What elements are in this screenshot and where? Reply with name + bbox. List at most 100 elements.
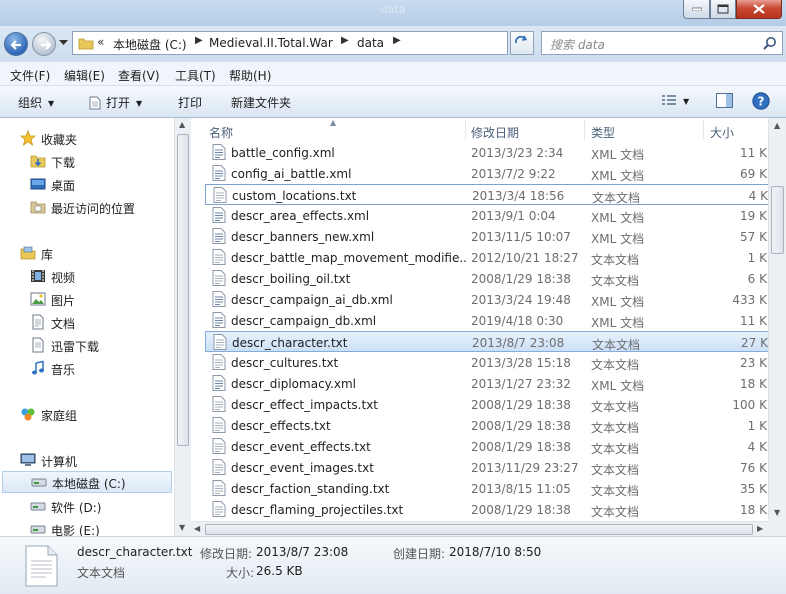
vertical-scroll-thumb[interactable] bbox=[771, 186, 784, 254]
nav-libraries[interactable]: 库 bbox=[0, 242, 175, 264]
window-title: data bbox=[380, 3, 406, 16]
nav-thunder-downloads[interactable]: 迅雷下载 bbox=[0, 334, 175, 356]
menu-tools[interactable]: 工具(T) bbox=[175, 67, 216, 84]
downloads-folder-icon bbox=[30, 155, 46, 168]
print-button[interactable]: 打印 bbox=[178, 94, 202, 111]
table-row[interactable]: config_ai_battle.xml 2013/7/2 9:22 XML 文档 6… bbox=[205, 163, 768, 184]
preview-pane-button[interactable] bbox=[716, 93, 733, 111]
file-list-horizontal-scrollbar[interactable]: ◀ ▶ bbox=[191, 521, 768, 536]
breadcrumb-separator-icon[interactable]: ▶ bbox=[393, 35, 401, 46]
text-file-large-icon bbox=[25, 545, 58, 587]
nav-recent-places[interactable]: 最近访问的位置 bbox=[0, 196, 175, 218]
menu-view[interactable]: 查看(V) bbox=[118, 67, 160, 84]
nav-favorites[interactable]: 收藏夹 bbox=[0, 127, 175, 149]
file-type: 文本文档 bbox=[592, 191, 641, 205]
breadcrumb-overflow[interactable]: « bbox=[97, 35, 104, 49]
nav-drive-c[interactable]: 本地磁盘 (C:) bbox=[2, 471, 172, 493]
open-button[interactable]: 打开 ▼ bbox=[88, 94, 142, 111]
nav-drive-d[interactable]: 软件 (D:) bbox=[0, 495, 175, 517]
table-row[interactable]: descr_campaign_ai_db.xml 2013/3/24 19:48 X… bbox=[205, 289, 768, 310]
nav-videos[interactable]: 视频 bbox=[0, 265, 175, 287]
search-input[interactable]: 搜索 data bbox=[541, 31, 783, 55]
forward-button[interactable] bbox=[32, 32, 56, 56]
back-button[interactable] bbox=[4, 32, 28, 56]
column-size[interactable]: 大小 bbox=[710, 124, 734, 141]
scroll-up-icon[interactable]: ▲ bbox=[179, 120, 185, 129]
menu-help[interactable]: 帮助(H) bbox=[229, 67, 271, 84]
nav-documents[interactable]: 文档 bbox=[0, 311, 175, 333]
column-divider[interactable] bbox=[465, 120, 466, 140]
table-row[interactable]: battle_config.xml 2013/3/23 2:34 XML 文档 11 … bbox=[205, 142, 768, 163]
column-name[interactable]: 名称 bbox=[209, 124, 233, 141]
breadcrumb-medieval[interactable]: Medieval.II.Total.War bbox=[209, 36, 333, 50]
column-type[interactable]: 类型 bbox=[591, 124, 615, 141]
navigation-scrollbar[interactable]: ▲ ▼ bbox=[174, 118, 191, 536]
maximize-button[interactable] bbox=[710, 0, 736, 19]
command-bar: 组织 ▼ 打开 ▼ 打印 新建文件夹 ▼ ? bbox=[0, 86, 786, 118]
minimize-button[interactable] bbox=[683, 0, 710, 19]
file-name: descr_effects.txt bbox=[231, 419, 331, 433]
file-size: 100 K bbox=[732, 398, 767, 412]
view-options-button[interactable]: ▼ bbox=[661, 94, 689, 108]
breadcrumb-separator-icon[interactable]: ▶ bbox=[195, 35, 203, 46]
menu-edit[interactable]: 编辑(E) bbox=[64, 67, 105, 84]
organize-button[interactable]: 组织 ▼ bbox=[18, 94, 54, 111]
file-type: 文本文档 bbox=[591, 442, 640, 456]
file-date: 2008/1/29 18:38 bbox=[471, 398, 571, 412]
table-row[interactable]: descr_effects.txt 2008/1/29 18:38 文本文档 1 K bbox=[205, 415, 768, 436]
refresh-button[interactable] bbox=[510, 31, 534, 55]
table-row[interactable]: descr_boiling_oil.txt 2008/1/29 18:38 文本文档… bbox=[205, 268, 768, 289]
breadcrumb-data[interactable]: data bbox=[357, 36, 384, 50]
close-button[interactable] bbox=[736, 0, 782, 19]
new-folder-button[interactable]: 新建文件夹 bbox=[231, 94, 291, 111]
nav-homegroup[interactable]: 家庭组 bbox=[0, 403, 175, 425]
scroll-right-icon[interactable]: ▶ bbox=[757, 524, 763, 533]
nav-music[interactable]: 音乐 bbox=[0, 357, 175, 379]
scroll-left-icon[interactable]: ◀ bbox=[194, 524, 200, 533]
table-row[interactable]: descr_battle_map_movement_modifie... 2012… bbox=[205, 247, 768, 268]
table-row[interactable]: descr_character.txt 2013/8/7 23:08 文本文档 27 … bbox=[205, 331, 768, 352]
help-button[interactable]: ? bbox=[752, 92, 770, 113]
breadcrumb-drive-c[interactable]: 本地磁盘 (C:) bbox=[113, 36, 187, 53]
menu-file[interactable]: 文件(F) bbox=[10, 67, 50, 84]
column-date[interactable]: 修改日期 bbox=[471, 124, 519, 141]
file-type: 文本文档 bbox=[591, 505, 640, 519]
table-row[interactable]: descr_event_images.txt 2013/11/29 23:27 文本… bbox=[205, 457, 768, 478]
refresh-icon bbox=[514, 35, 530, 46]
details-filename: descr_character.txt bbox=[77, 545, 193, 559]
table-row[interactable]: descr_cultures.txt 2013/3/28 15:18 文本文档 23 … bbox=[205, 352, 768, 373]
file-list-vertical-scrollbar[interactable]: ▲ ▼ bbox=[768, 118, 786, 521]
column-divider[interactable] bbox=[703, 120, 704, 140]
title-bar: data bbox=[0, 0, 786, 26]
file-list: ▲ 名称 修改日期 类型 大小 battle_config.xml 2013/3/… bbox=[191, 118, 768, 521]
table-row[interactable]: descr_area_effects.xml 2013/9/1 0:04 XML 文… bbox=[205, 205, 768, 226]
table-row[interactable]: descr_campaign_db.xml 2019/4/18 0:30 XML 文… bbox=[205, 310, 768, 331]
table-row[interactable]: descr_banners_new.xml 2013/11/5 10:07 XML … bbox=[205, 226, 768, 247]
table-row[interactable]: descr_diplomacy.xml 2013/1/27 23:32 XML 文档… bbox=[205, 373, 768, 394]
file-type: 文本文档 bbox=[591, 274, 640, 288]
table-row[interactable]: custom_locations.txt 2013/3/4 18:56 文本文档 4 … bbox=[205, 184, 768, 205]
nav-pictures[interactable]: 图片 bbox=[0, 288, 175, 310]
nav-computer[interactable]: 计算机 bbox=[0, 449, 175, 471]
file-date: 2013/3/23 2:34 bbox=[471, 146, 564, 160]
address-bar[interactable]: « 本地磁盘 (C:) ▶ Medieval.II.Total.War ▶ da… bbox=[72, 31, 576, 55]
scroll-down-icon[interactable]: ▼ bbox=[774, 508, 780, 517]
table-row[interactable]: descr_event_effects.txt 2008/1/29 18:38 文本… bbox=[205, 436, 768, 457]
arrow-right-icon bbox=[41, 40, 52, 50]
table-row[interactable]: descr_effect_impacts.txt 2008/1/29 18:38 文… bbox=[205, 394, 768, 415]
nav-desktop[interactable]: 桌面 bbox=[0, 173, 175, 195]
horizontal-scroll-thumb[interactable] bbox=[205, 524, 753, 535]
file-type: XML 文档 bbox=[591, 211, 645, 225]
search-icon[interactable] bbox=[763, 36, 777, 50]
table-row[interactable]: descr_flaming_projectiles.txt 2008/1/29 1… bbox=[205, 499, 768, 520]
navigation-scroll-thumb[interactable] bbox=[177, 134, 189, 446]
nav-downloads[interactable]: 下载 bbox=[0, 150, 175, 172]
history-dropdown-icon[interactable] bbox=[59, 40, 68, 46]
breadcrumb-separator-icon[interactable]: ▶ bbox=[341, 35, 349, 46]
column-divider[interactable] bbox=[584, 120, 585, 140]
scroll-down-icon[interactable]: ▼ bbox=[179, 523, 185, 532]
table-row[interactable]: descr_faction_standing.txt 2013/8/15 11:0… bbox=[205, 478, 768, 499]
file-type: 文本文档 bbox=[591, 463, 640, 477]
file-name: custom_locations.txt bbox=[232, 189, 357, 203]
scroll-up-icon[interactable]: ▲ bbox=[774, 121, 780, 130]
